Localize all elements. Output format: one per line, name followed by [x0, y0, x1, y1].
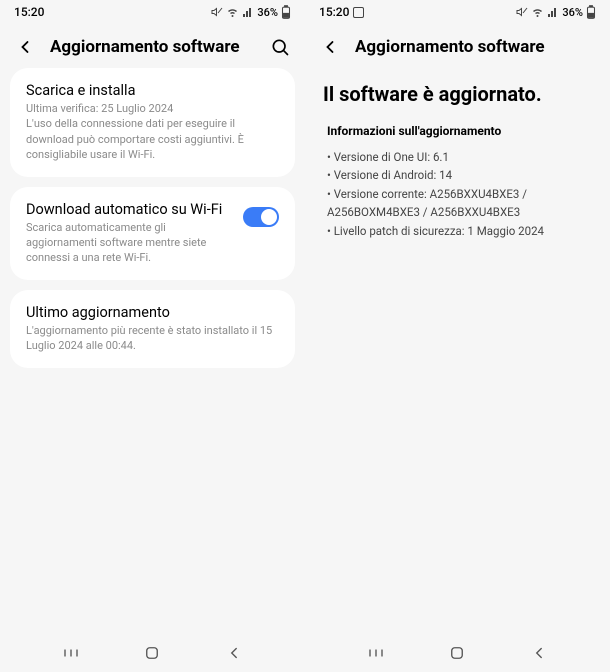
info-list: Versione di One UI: 6.1 Versione di Andr… — [327, 148, 588, 240]
card-description: Scarica automaticamente gli aggiornament… — [26, 220, 233, 266]
update-status-headline: Il software è aggiornato. — [305, 68, 610, 124]
card-title: Scarica e installa — [26, 82, 279, 99]
back-button[interactable] — [319, 36, 341, 58]
status-icons: 36% — [211, 5, 291, 19]
home-button[interactable] — [445, 641, 469, 665]
last-update-card[interactable]: Ultimo aggiornamento L'aggiornamento più… — [10, 290, 295, 368]
status-time: 15:20 — [14, 5, 44, 19]
screen-software-update-list: 15:20 36% Aggiornamento software Scarica… — [0, 0, 305, 672]
battery-percent: 36% — [562, 6, 583, 19]
status-time: 15:20 — [319, 5, 349, 19]
card-description: L'uso della connessione dati per eseguir… — [26, 116, 279, 162]
page-title: Aggiornamento software — [50, 37, 255, 57]
wifi-auto-download-toggle[interactable] — [243, 207, 279, 227]
mute-icon — [516, 6, 528, 18]
info-android-version: Versione di Android: 14 — [327, 166, 588, 184]
search-icon — [270, 37, 290, 57]
page-title: Aggiornamento software — [355, 37, 596, 57]
search-button[interactable] — [269, 36, 291, 58]
page-header: Aggiornamento software — [305, 24, 610, 68]
home-icon — [448, 644, 466, 662]
page-header: Aggiornamento software — [0, 24, 305, 68]
info-current-version: Versione corrente: A256BXXU4BXE3 / A256B… — [327, 185, 588, 222]
battery-percent: 36% — [257, 6, 278, 19]
info-heading: Informazioni sull'aggiornamento — [327, 124, 588, 138]
home-button[interactable] — [140, 641, 164, 665]
mute-icon — [211, 6, 223, 18]
download-install-card[interactable]: Scarica e installa Ultima verifica: 25 L… — [10, 68, 295, 177]
chevron-left-icon — [530, 644, 548, 662]
screen-software-update-info: 15:20 36% Aggiornamento software Il soft… — [305, 0, 610, 672]
recents-button[interactable] — [364, 641, 388, 665]
content-area: Scarica e installa Ultima verifica: 25 L… — [0, 68, 305, 634]
wifi-icon — [226, 6, 239, 18]
back-button[interactable] — [14, 36, 36, 58]
battery-icon — [586, 5, 596, 19]
recents-icon — [62, 644, 80, 662]
nav-back-button[interactable] — [222, 641, 246, 665]
card-description: L'aggiornamento più recente è stato inst… — [26, 323, 279, 354]
status-bar: 15:20 36% — [305, 0, 610, 24]
chevron-left-icon — [320, 37, 340, 57]
home-icon — [143, 644, 161, 662]
navigation-bar — [305, 634, 610, 672]
wifi-icon — [531, 6, 544, 18]
auto-download-wifi-card[interactable]: Download automatico su Wi-Fi Scarica aut… — [10, 187, 295, 280]
navigation-bar — [0, 634, 305, 672]
status-bar: 15:20 36% — [0, 0, 305, 24]
status-icons: 36% — [516, 5, 596, 19]
update-info-section: Informazioni sull'aggiornamento Versione… — [305, 124, 610, 240]
gallery-notification-icon — [353, 7, 364, 18]
info-security-patch: Livello patch di sicurezza: 1 Maggio 202… — [327, 222, 588, 240]
battery-icon — [281, 5, 291, 19]
chevron-left-icon — [15, 37, 35, 57]
last-check-text: Ultima verifica: 25 Luglio 2024 — [26, 101, 279, 116]
recents-button[interactable] — [59, 641, 83, 665]
signal-icon — [547, 6, 559, 18]
info-oneui-version: Versione di One UI: 6.1 — [327, 148, 588, 166]
chevron-left-icon — [225, 644, 243, 662]
card-title: Download automatico su Wi-Fi — [26, 201, 233, 218]
card-title: Ultimo aggiornamento — [26, 304, 279, 321]
nav-back-button[interactable] — [527, 641, 551, 665]
recents-icon — [367, 644, 385, 662]
signal-icon — [242, 6, 254, 18]
